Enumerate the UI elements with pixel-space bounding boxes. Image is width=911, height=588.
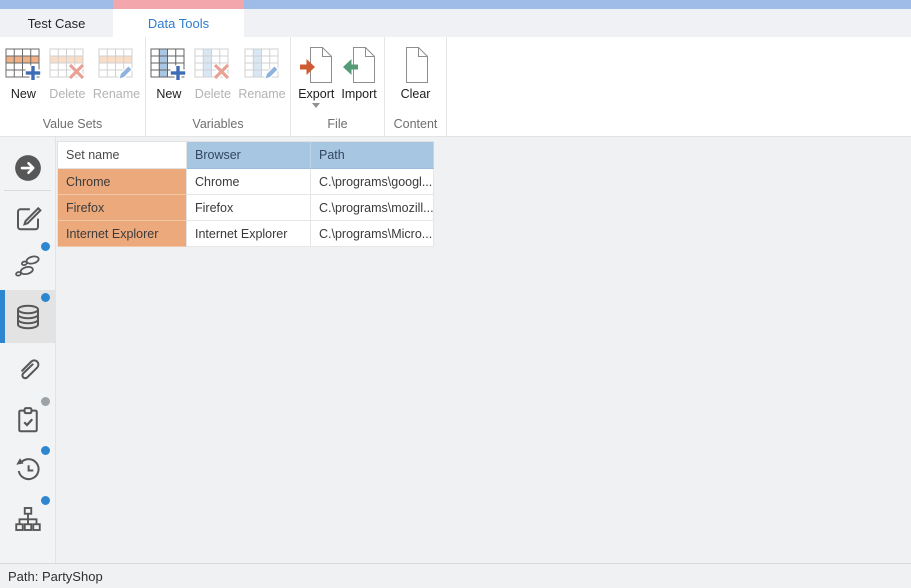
notification-dot [41,496,50,505]
set-name-cell[interactable]: Chrome [58,169,187,195]
sidebar-item-attachments[interactable] [0,343,56,395]
table-row: ChromeChromeC.\programs\googl... [58,169,434,195]
group-label-value-sets: Value Sets [0,117,145,131]
ribbon-group-content: Clear Content [385,37,447,136]
database-icon [13,302,43,332]
variables-delete-button[interactable]: Delete [191,43,234,102]
sidebar-item-history[interactable] [0,443,56,495]
data-cell[interactable]: C.\programs\Micro... [311,221,434,247]
sidebar-item-structure[interactable] [0,493,56,545]
button-label: New [156,87,181,101]
column-add-icon [150,44,187,86]
group-label-content: Content [385,117,446,131]
status-bar: Path: PartyShop [0,563,911,588]
ribbon: New [0,37,911,137]
sidebar-item-go[interactable] [0,142,56,194]
set-name-cell[interactable]: Internet Explorer [58,221,187,247]
sidebar-item-edit[interactable] [0,192,56,244]
column-delete-icon [194,44,231,86]
column-rename-icon [244,44,281,86]
ribbon-group-file: Export Import File [291,37,385,136]
ribbon-group-value-sets: New [0,37,146,136]
button-label: Rename [238,87,285,101]
sidebar-item-checklist[interactable] [0,394,56,446]
column-header-path[interactable]: Path [311,142,434,169]
data-cell[interactable]: C.\programs\googl... [311,169,434,195]
notification-dot [41,397,50,406]
clear-button[interactable]: Clear [398,43,434,102]
tab-bar: Test Case Data Tools [0,9,911,37]
tab-data-tools[interactable]: Data Tools [113,9,244,37]
edit-pencil-icon [13,203,43,233]
group-label-file: File [291,117,384,131]
data-cell[interactable]: Chrome [187,169,311,195]
table-delete-icon [49,44,86,86]
table-add-icon [5,44,42,86]
button-label: Delete [49,87,85,101]
value-sets-new-button[interactable]: New [2,43,45,102]
arrow-circle-icon [13,153,43,183]
import-button[interactable]: Import [338,43,379,113]
tab-test-case[interactable]: Test Case [0,9,113,37]
button-label: Clear [401,87,431,101]
export-dropdown-arrow-icon[interactable] [312,103,320,112]
data-cell[interactable]: Internet Explorer [187,221,311,247]
column-header-browser[interactable]: Browser [187,142,311,169]
notification-dot [41,293,50,302]
document-clear-icon [402,44,429,86]
ribbon-group-variables: New [146,37,291,136]
notification-dot [41,242,50,251]
button-label: Import [341,87,376,101]
button-label: Rename [93,87,140,101]
table-row: FirefoxFirefoxC.\programs\mozill... [58,195,434,221]
button-label: Delete [195,87,231,101]
clipboard-check-icon [13,405,43,435]
variables-new-button[interactable]: New [147,43,190,102]
sitemap-icon [13,504,43,534]
document-export-icon [299,44,333,86]
export-button[interactable]: Export [295,43,337,113]
variables-rename-button[interactable]: Rename [235,43,288,102]
button-label: Export [298,87,334,101]
history-clock-icon [13,454,43,484]
data-cell[interactable]: C.\programs\mozill... [311,195,434,221]
set-name-cell[interactable]: Firefox [58,195,187,221]
sidebar-separator [4,190,51,191]
sidebar-item-steps[interactable] [0,239,56,291]
notification-dot [41,446,50,455]
group-label-variables: Variables [146,117,290,131]
table-row: Internet ExplorerInternet ExplorerC.\pro… [58,221,434,247]
button-label: New [11,87,36,101]
active-tab-accent [113,0,244,9]
value-set-table: Set nameBrowserPathChromeChromeC.\progra… [57,141,434,247]
table-rename-icon [98,44,135,86]
sidebar-item-data-sets[interactable] [0,290,56,343]
value-sets-delete-button[interactable]: Delete [46,43,89,102]
document-import-icon [342,44,376,86]
value-sets-rename-button[interactable]: Rename [90,43,143,102]
main-content: Set nameBrowserPathChromeChromeC.\progra… [0,137,911,563]
column-header-set-name[interactable]: Set name [58,142,187,169]
status-path-text: Path: PartyShop [8,569,103,584]
paperclip-icon [13,354,43,384]
data-cell[interactable]: Firefox [187,195,311,221]
navigation-sidebar [0,137,56,563]
footprints-icon [12,251,44,279]
